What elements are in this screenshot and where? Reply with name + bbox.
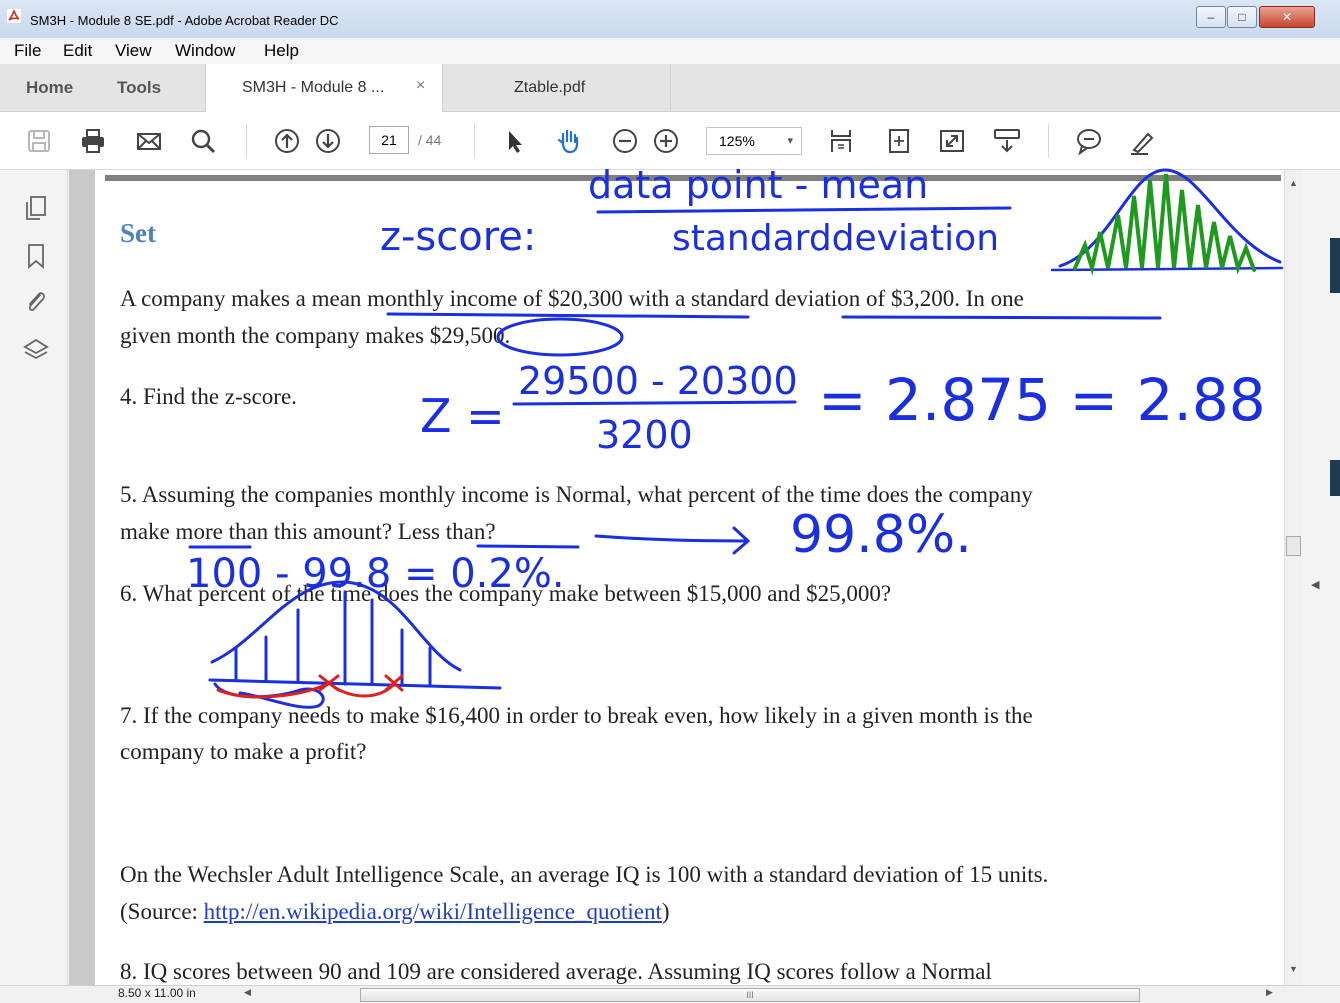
maximize-button[interactable]: □: [1227, 6, 1257, 28]
expand-right-pane-icon[interactable]: ◀: [1311, 578, 1319, 591]
toolbar-separator: [474, 124, 475, 158]
select-cursor-icon[interactable]: [500, 126, 530, 156]
source-suffix: ): [661, 899, 670, 924]
window-title: SM3H - Module 8 SE.pdf - Adobe Acrobat R…: [30, 13, 339, 28]
close-tab-icon[interactable]: ×: [416, 77, 425, 95]
scroll-down-icon[interactable]: ▼: [1289, 964, 1298, 974]
pages-thumbnail-icon[interactable]: [22, 194, 50, 222]
status-bar: 8.50 x 11.00 in ◀ III ▶: [0, 985, 1340, 1003]
tab-bar: Home Tools SM3H - Module 8 ... × Ztable.…: [0, 64, 1340, 113]
document-viewport[interactable]: Set A company makes a mean monthly incom…: [69, 170, 1284, 985]
sign-icon[interactable]: [1128, 126, 1158, 156]
zoom-value: 125%: [719, 133, 755, 149]
search-icon[interactable]: [188, 126, 218, 156]
toolbar-separator: [1048, 124, 1049, 158]
read-mode-icon[interactable]: [992, 126, 1022, 156]
page-size-label: 8.50 x 11.00 in: [118, 986, 196, 1000]
scroll-mode-icon[interactable]: [826, 126, 856, 156]
fit-page-icon[interactable]: [884, 126, 914, 156]
email-icon[interactable]: [134, 126, 164, 156]
vertical-scrollbar[interactable]: ▲ ▼: [1284, 170, 1301, 985]
menu-file[interactable]: File: [14, 41, 41, 61]
source-line: (Source: http://en.wikipedia.org/wiki/In…: [120, 899, 670, 925]
comment-icon[interactable]: [1074, 126, 1104, 156]
acrobat-app-icon: [7, 9, 21, 23]
question-7-line: company to make a profit?: [120, 739, 367, 764]
toolbar: 21 / 44 125% ▾: [0, 112, 1340, 170]
menu-view[interactable]: View: [115, 41, 152, 61]
paragraph-line: On the Wechsler Adult Intelligence Scale…: [120, 862, 1049, 887]
prev-page-icon[interactable]: [272, 126, 302, 156]
zoom-in-icon[interactable]: [651, 126, 681, 156]
question-4: 4. Find the z-score.: [120, 384, 297, 409]
tab-home[interactable]: Home: [26, 78, 73, 98]
save-icon[interactable]: [24, 126, 54, 156]
background-window-edge: [1330, 238, 1340, 293]
minimize-button[interactable]: –: [1196, 6, 1226, 28]
layers-icon[interactable]: [22, 336, 50, 364]
chevron-down-icon: ▾: [787, 135, 793, 147]
menu-bar: File Edit View Window Help: [0, 38, 1340, 64]
menu-window[interactable]: Window: [175, 41, 235, 61]
horizontal-scrollbar[interactable]: ◀ III ▶: [240, 987, 1280, 1003]
source-link[interactable]: http://en.wikipedia.org/wiki/Intelligenc…: [204, 899, 662, 924]
tab-label: Ztable.pdf: [514, 79, 586, 96]
menu-help[interactable]: Help: [264, 41, 299, 61]
attachment-icon[interactable]: [22, 288, 50, 316]
question-5-line: make more than this amount? Less than?: [120, 519, 496, 544]
question-7-line: 7. If the company needs to make $16,400 …: [120, 703, 1033, 728]
page-number-input[interactable]: 21: [369, 126, 409, 154]
paragraph-line: given month the company makes $29,500.: [120, 323, 511, 348]
toolbar-separator: [246, 124, 247, 158]
close-window-button[interactable]: ✕: [1259, 6, 1315, 28]
hand-tool-icon[interactable]: [554, 126, 584, 156]
scroll-left-icon[interactable]: ◀: [244, 987, 251, 998]
zoom-out-icon[interactable]: [610, 126, 640, 156]
left-navigation-pane: ◀: [0, 170, 81, 985]
tab-document-active[interactable]: SM3H - Module 8 ... ×: [205, 64, 443, 113]
question-5-line: 5. Assuming the companies monthly income…: [120, 482, 1033, 507]
tab-tools[interactable]: Tools: [117, 78, 161, 98]
scroll-up-icon[interactable]: ▲: [1289, 178, 1298, 188]
horizontal-scroll-thumb[interactable]: III: [360, 988, 1140, 1002]
print-icon[interactable]: [78, 126, 108, 156]
next-page-icon[interactable]: [313, 126, 343, 156]
right-pane: ◀: [1301, 170, 1340, 985]
question-8-line: 8. IQ scores between 90 and 109 are cons…: [120, 959, 992, 984]
paragraph-line: A company makes a mean monthly income of…: [120, 286, 1024, 311]
page-header-rule: [105, 175, 1281, 181]
source-prefix: (Source:: [120, 899, 204, 924]
vertical-scroll-thumb[interactable]: [1286, 536, 1301, 556]
tab-document-ztable[interactable]: Ztable.pdf: [443, 64, 671, 112]
scroll-right-icon[interactable]: ▶: [1266, 987, 1273, 998]
question-6: 6. What percent of the time does the com…: [120, 581, 892, 606]
full-screen-icon[interactable]: [937, 126, 967, 156]
title-bar: SM3H - Module 8 SE.pdf - Adobe Acrobat R…: [0, 0, 1340, 38]
background-window-edge: [1330, 460, 1340, 496]
menu-edit[interactable]: Edit: [63, 41, 92, 61]
zoom-select[interactable]: 125% ▾: [706, 127, 802, 155]
pdf-page: Set A company makes a mean monthly incom…: [95, 170, 1284, 985]
page-total: / 44: [418, 132, 442, 148]
section-heading: Set: [120, 218, 156, 248]
tab-label: SM3H - Module 8 ...: [242, 79, 385, 96]
bookmark-icon[interactable]: [22, 242, 50, 270]
